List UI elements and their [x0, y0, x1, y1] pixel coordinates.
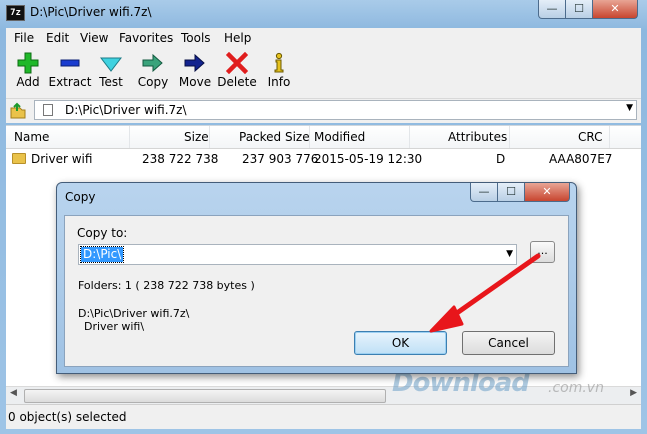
minimize-button[interactable]: — — [538, 0, 566, 19]
delete-label: Delete — [217, 75, 257, 89]
dialog-title: Copy — [65, 190, 96, 204]
source-paths: D:\Pic\Driver wifi.7z\ Driver wifi\ — [78, 307, 189, 333]
row-modified: 2015-05-19 12:30 — [314, 152, 423, 166]
watermark-domain: .com.vn — [548, 380, 604, 396]
table-row[interactable]: Driver wifi 238 722 738 237 903 776 2015… — [6, 150, 641, 168]
maximize-button[interactable]: ☐ — [565, 0, 593, 19]
7zip-app-icon: 7z — [6, 5, 25, 21]
info-icon — [274, 52, 284, 73]
dialog-minimize-button[interactable]: — — [470, 183, 498, 202]
test-label: Test — [99, 75, 123, 89]
column-attributes[interactable]: Attributes — [448, 130, 507, 144]
row-attributes: D — [496, 152, 506, 166]
dialog-close-button[interactable]: ✕ — [524, 183, 570, 202]
column-modified[interactable]: Modified — [314, 130, 365, 144]
title-bar: 7z D:\Pic\Driver wifi.7z\ — ☐ ✕ — [0, 0, 647, 26]
status-text: 0 object(s) selected — [8, 410, 127, 424]
copy-arrow-icon — [142, 53, 163, 73]
column-size[interactable]: Size — [184, 130, 209, 144]
scroll-right-icon[interactable]: ▶ — [630, 388, 637, 398]
move-label: Move — [178, 75, 212, 89]
move-arrow-icon — [184, 53, 205, 73]
cancel-button[interactable]: Cancel — [462, 331, 555, 355]
row-name: Driver wifi — [31, 152, 93, 166]
delete-x-icon — [226, 52, 248, 74]
column-divider — [309, 126, 310, 148]
folder-icon — [12, 153, 26, 164]
menu-favorites[interactable]: Favorites — [119, 31, 173, 45]
status-bar: 0 object(s) selected — [6, 404, 641, 429]
destination-value[interactable]: D:\Pic\ — [79, 246, 125, 263]
close-button[interactable]: ✕ — [592, 0, 638, 19]
column-header: Name Size Packed Size Modified Attribute… — [6, 126, 641, 149]
move-button[interactable]: Move — [173, 50, 217, 89]
column-divider — [509, 126, 510, 148]
dialog-maximize-button[interactable]: ☐ — [497, 183, 525, 202]
browse-button[interactable]: ... — [530, 241, 555, 263]
delete-button[interactable]: Delete — [215, 50, 259, 89]
menu-view[interactable]: View — [80, 31, 108, 45]
extract-button[interactable]: Extract — [48, 50, 92, 89]
minus-icon — [60, 59, 80, 67]
address-path: D:\Pic\Driver wifi.7z\ — [65, 103, 187, 117]
column-crc[interactable]: CRC — [578, 130, 603, 144]
extract-label: Extract — [48, 75, 92, 89]
menu-file[interactable]: File — [14, 31, 34, 45]
column-divider — [409, 126, 410, 148]
folders-info: Folders: 1 ( 238 722 738 bytes ) — [78, 279, 255, 292]
destination-combobox[interactable]: D:\Pic\ ▼ — [78, 244, 517, 265]
menu-bar: File Edit View Favorites Tools Help — [6, 28, 641, 48]
row-crc: AAA807E7 — [549, 152, 613, 166]
copy-label: Copy — [137, 75, 169, 89]
address-combobox[interactable]: D:\Pic\Driver wifi.7z\ ▼ — [34, 100, 637, 120]
row-size: 238 722 738 — [142, 152, 219, 166]
column-divider — [209, 126, 210, 148]
menu-tools[interactable]: Tools — [181, 31, 211, 45]
source-archive-path: D:\Pic\Driver wifi.7z\ — [78, 307, 190, 320]
window-title: D:\Pic\Driver wifi.7z\ — [30, 5, 152, 19]
info-label: Info — [267, 75, 291, 89]
row-packed-size: 237 903 776 — [242, 152, 319, 166]
column-divider — [129, 126, 130, 148]
copy-button[interactable]: Copy — [131, 50, 175, 89]
ok-button[interactable]: OK — [354, 331, 447, 355]
column-packed-size[interactable]: Packed Size — [239, 130, 310, 144]
info-button[interactable]: Info — [257, 50, 301, 89]
horizontal-scrollbar[interactable]: ◀ ▶ — [6, 386, 641, 404]
folder-up-icon[interactable] — [9, 101, 27, 119]
column-divider — [609, 126, 610, 148]
toolbar: Add Extract Test Copy Move Delete Info — [6, 48, 641, 99]
test-button[interactable]: Test — [89, 50, 133, 89]
copy-dialog: Copy — ☐ ✕ Copy to: D:\Pic\ ▼ ... Folder… — [56, 182, 577, 374]
checkmark-icon — [100, 57, 122, 72]
archive-file-icon — [43, 104, 53, 116]
copy-to-label: Copy to: — [77, 226, 128, 240]
menu-help[interactable]: Help — [224, 31, 251, 45]
scroll-left-icon[interactable]: ◀ — [10, 388, 17, 398]
source-item-path: Driver wifi\ — [84, 320, 145, 333]
menu-edit[interactable]: Edit — [46, 31, 69, 45]
column-name[interactable]: Name — [14, 130, 49, 144]
chevron-down-icon[interactable]: ▼ — [506, 249, 513, 259]
add-icon — [17, 52, 39, 74]
add-label: Add — [16, 75, 40, 89]
add-button[interactable]: Add — [6, 50, 50, 89]
dialog-body: Copy to: D:\Pic\ ▼ ... Folders: 1 ( 238 … — [64, 215, 569, 367]
scrollbar-thumb[interactable] — [24, 389, 386, 403]
address-bar: D:\Pic\Driver wifi.7z\ ▼ — [6, 99, 641, 123]
chevron-down-icon[interactable]: ▼ — [626, 103, 633, 113]
